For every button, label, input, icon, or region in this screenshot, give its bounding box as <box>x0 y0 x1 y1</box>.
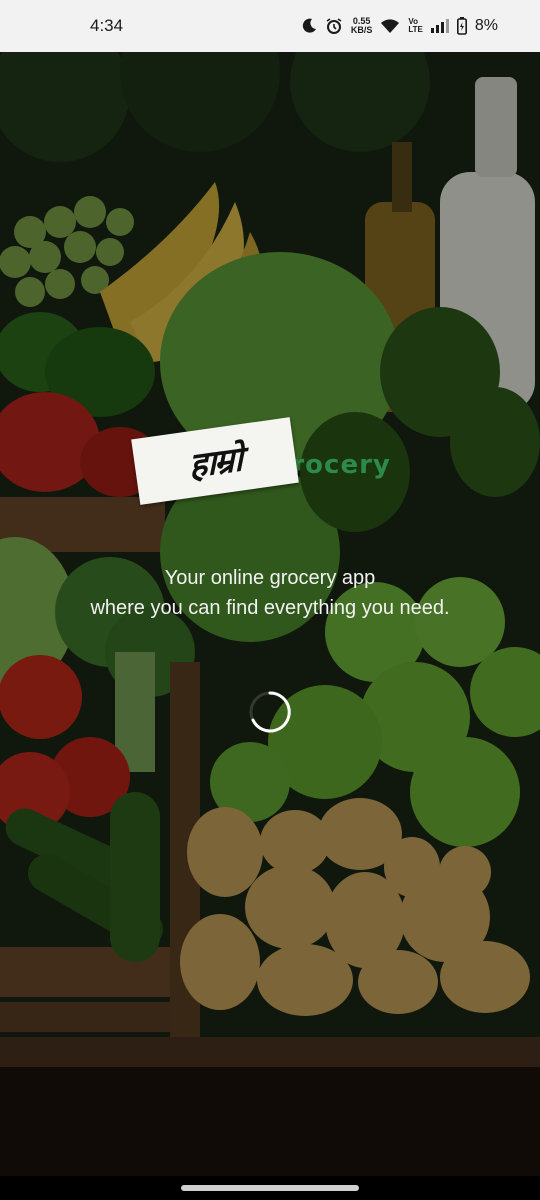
tagline-line-1: Your online grocery app <box>164 567 376 589</box>
net-speed-unit: KB/S <box>350 25 373 35</box>
home-gesture-handle[interactable] <box>181 1185 359 1191</box>
loading-spinner-icon <box>249 691 291 733</box>
net-speed: 0.55 KB/S <box>351 17 373 35</box>
status-time: 4:34 <box>90 16 124 35</box>
tagline: Your online grocery app where you can fi… <box>0 563 540 623</box>
alarm-icon <box>326 18 342 34</box>
status-icons: 0.55 KB/S Vo LTE 8% <box>301 0 498 52</box>
volte-bottom: LTE <box>408 25 423 34</box>
moon-icon <box>302 18 316 33</box>
battery-icon <box>456 17 467 35</box>
signal-icon <box>430 19 449 33</box>
status-bar: 4:34 0.55 KB/S Vo LTE 8% <box>0 0 540 52</box>
logo-mark-box: हाम्रो <box>131 417 299 505</box>
app-logo: हाम्रो Grocery <box>131 417 391 505</box>
battery-percent: 8% <box>474 17 498 34</box>
volte-indicator: Vo LTE <box>408 18 423 34</box>
wifi-icon <box>381 19 400 33</box>
tagline-line-2: where you can find everything you need. <box>90 597 450 619</box>
logo-mark: हाम्रो <box>188 439 242 487</box>
navigation-bar <box>0 1176 540 1200</box>
